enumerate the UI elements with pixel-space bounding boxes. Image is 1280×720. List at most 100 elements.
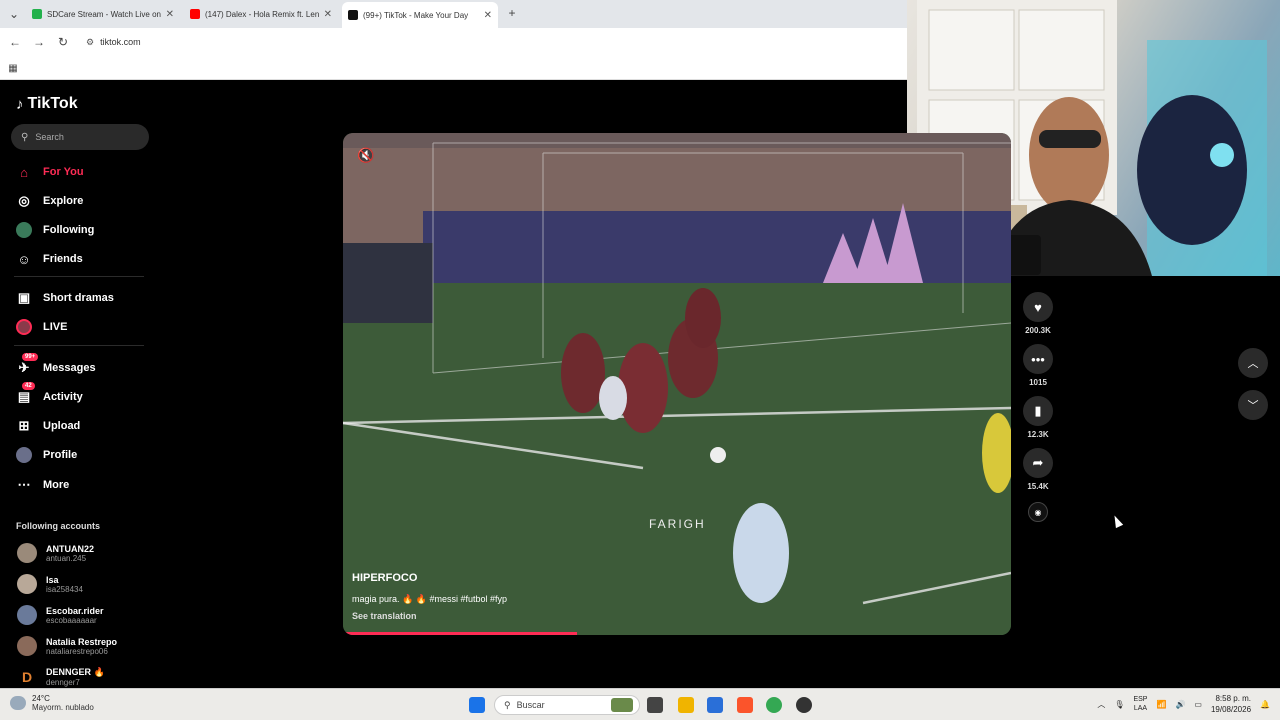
browser-tab-3[interactable]: (99+) TikTok - Make Your Day ✕ [342,2,498,28]
following-account[interactable]: Natalia Restrepo nataliarestrepo06 [17,636,117,656]
nav-for-you[interactable]: ⌂ For You [16,164,83,180]
profile-icon [16,447,32,463]
store-icon[interactable] [707,697,723,713]
save-button[interactable]: ▮ 12.3K [1022,396,1054,439]
search-placeholder: Search [35,132,64,142]
nav-upload[interactable]: ⊞ Upload [16,418,81,434]
bookmark-icon: ▮ [1023,396,1053,426]
tab-search-icon[interactable]: ⌄ [5,5,23,23]
windows-start-icon[interactable] [469,697,485,713]
nav-label: Friends [43,253,83,265]
video-player[interactable]: 🔇 FARIGH HIPERFOCO magia pura. 🔥 🔥 #mess… [343,133,1011,635]
reload-icon[interactable]: ↻ [54,33,72,51]
following-account[interactable]: Isa isa258434 [17,574,83,594]
nav-more[interactable]: ⋯ More [16,477,70,493]
video-author[interactable]: HIPERFOCO [352,572,417,584]
home-icon: ⌂ [20,164,28,180]
nav-short-dramas[interactable]: ▣ Short dramas [16,290,114,306]
account-name: ANTUAN22 [46,543,95,554]
forward-icon[interactable]: → [30,33,48,51]
nav-divider [14,276,144,277]
nav-label: Profile [43,449,78,461]
nav-friends[interactable]: ☺ Friends [16,251,83,267]
close-icon[interactable]: ✕ [324,9,332,20]
close-icon[interactable]: ✕ [166,9,174,20]
following-account[interactable]: Escobar.rider escobaaaaaar [17,605,104,625]
like-button[interactable]: ♥ 200.3K [1022,292,1054,335]
account-name: Escobar.rider [46,605,104,616]
file-explorer-icon[interactable] [678,697,694,713]
account-handle: isa258434 [46,584,83,594]
previous-video-button[interactable]: ︿ [1238,348,1268,378]
nav-activity[interactable]: ▤ 42 Activity [16,382,83,405]
lang-top: ESP [1133,696,1148,703]
see-translation-link[interactable]: See translation [352,611,417,621]
close-icon[interactable]: ✕ [484,10,492,21]
share-button[interactable]: ➦ 15.4K [1022,448,1054,491]
live-icon [16,319,32,335]
notification-icon[interactable]: 🔔 [1260,700,1270,709]
battery-icon[interactable]: ▭ [1194,700,1202,709]
weather-temp: 24°C [32,694,50,703]
like-count: 200.3K [1025,326,1051,335]
tiktok-logo[interactable]: ♪ TikTok [16,95,78,113]
chevron-up-icon[interactable]: ︿ [1097,699,1105,710]
browser-tab-1[interactable]: SDCare Stream - Watch Live on ✕ [26,4,180,24]
chrome-icon[interactable] [766,697,782,713]
share-count: 15.4K [1027,482,1049,491]
browser-tab-2[interactable]: (147) Dalex - Hola Remix ft. Len ✕ [184,4,338,24]
apps-grid-icon[interactable]: ▦ [4,59,22,77]
music-disc-button[interactable]: ◉ [1022,502,1054,522]
account-handle: antuan.245 [46,553,87,563]
heart-icon: ♥ [1023,292,1053,322]
nav-live[interactable]: LIVE [16,319,67,335]
video-frame [343,133,1011,635]
search-icon: ⚲ [21,131,29,143]
clock[interactable]: 8:58 p. m. 19/08/2026 [1211,693,1251,715]
site-info-icon[interactable]: ⚙ [86,37,94,48]
volume-icon[interactable]: 🔊 [1175,700,1185,709]
task-view-icon[interactable] [647,697,663,713]
weather-widget[interactable]: 24°C Mayorm. nublado [10,694,94,712]
search-input[interactable]: ⚲ Search [11,124,149,150]
taskbar-search-input[interactable]: ⚲ Buscar [494,695,640,715]
nav-profile[interactable]: Profile [16,447,77,463]
nav-label: Short dramas [43,292,114,304]
messages-icon: ✈ 99+ [16,353,39,376]
mouse-cursor-icon [1110,513,1124,529]
sdcare-favicon-icon [32,9,42,19]
next-video-button[interactable]: ﹀ [1238,390,1268,420]
app-icon[interactable] [796,697,812,713]
activity-badge: 42 [22,382,35,390]
network-icon[interactable]: 📶 [1156,700,1166,709]
following-account[interactable]: ANTUAN22 antuan.245 [17,543,94,563]
new-tab-button[interactable]: + [503,4,521,22]
account-name: Isa [46,574,59,585]
microphone-icon[interactable]: 🎙 [1114,700,1124,709]
brave-browser-icon[interactable] [737,697,753,713]
search-highlight-icon [611,698,633,712]
tiktok-note-icon: ♪ [16,95,24,113]
upload-icon: ⊞ [18,418,30,433]
sidebar: ♪ TikTok ⚲ Search ⌂ For You ◎ Explore Fo… [0,81,170,688]
mute-icon[interactable]: 🔇 [357,147,374,164]
more-icon: ⋯ [17,477,31,492]
video-progress-bar[interactable] [343,632,577,635]
back-icon[interactable]: ← [6,33,24,51]
nav-explore[interactable]: ◎ Explore [16,193,83,209]
following-icon [16,222,32,238]
nav-messages[interactable]: ✈ 99+ Messages [16,353,96,376]
account-handle: dennger7 [46,678,80,687]
avatar [17,543,37,563]
comment-button[interactable]: ••• 1015 [1022,344,1054,387]
nav-label: Activity [43,391,83,403]
following-account[interactable]: D DENNGER 🔥 dennger7 [17,667,105,687]
tab-title: SDCare Stream - Watch Live on [47,9,161,19]
music-disc-icon: ◉ [1028,502,1048,522]
avatar [17,636,37,656]
clock-time: 8:58 p. m. [1215,694,1252,703]
nav-following[interactable]: Following [16,222,94,238]
url-field[interactable]: ⚙ tiktok.com [86,34,141,50]
language-indicator[interactable]: ESP LAA [1133,695,1147,713]
youtube-favicon-icon [190,9,200,19]
